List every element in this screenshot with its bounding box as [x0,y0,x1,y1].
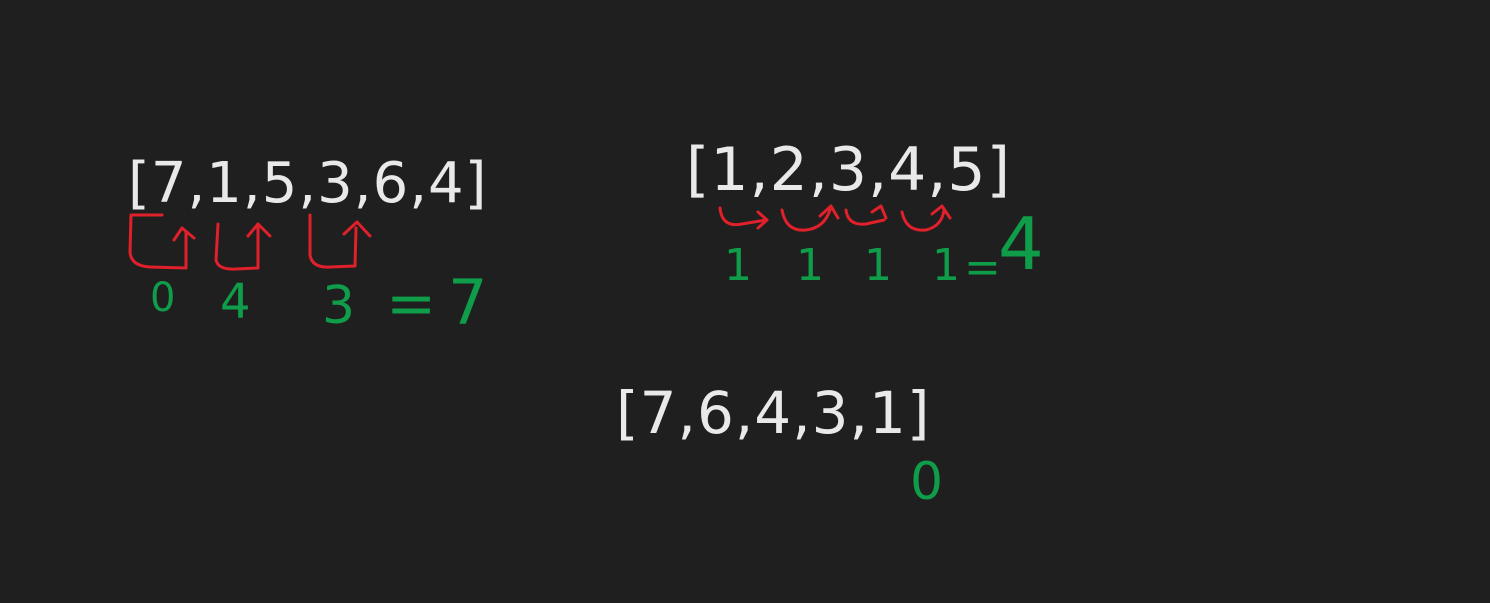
arrow-icon [844,204,888,226]
equals-example-2: = [964,242,1002,293]
arrow-icon [780,204,840,232]
arrow-icon [900,204,952,232]
profit-example-2-a: 1 [724,240,753,291]
arrow-icon [718,206,769,230]
total-example-3: 0 [910,452,945,512]
total-example-2: 4 [998,202,1045,286]
profit-example-2-c: 1 [864,240,893,291]
profit-example-2-b: 1 [796,240,825,291]
profit-example-2-d: 1 [932,240,961,291]
array-example-3: [7,6,4,3,1] [616,379,931,447]
arrows-example-2 [718,204,952,232]
whiteboard-canvas: [7,1,5,3,6,4] 0 4 3 = 7 [1,2,3,4,5] 1 1 … [0,0,1490,603]
